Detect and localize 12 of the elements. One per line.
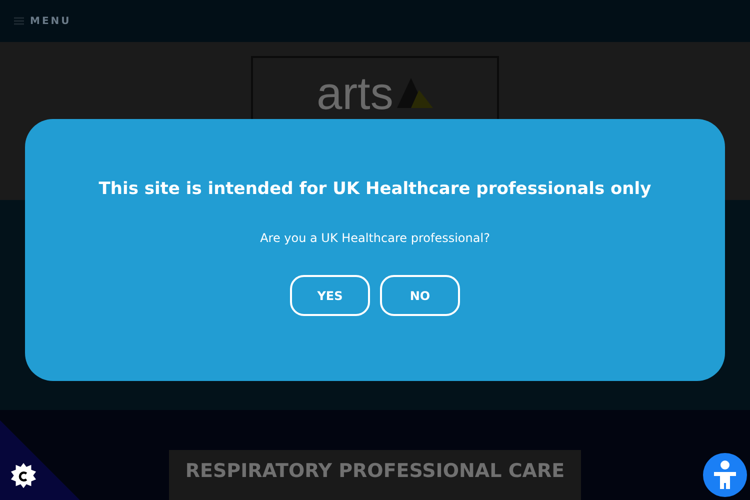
modal-title: This site is intended for UK Healthcare professionals only bbox=[98, 179, 652, 199]
menu-icon bbox=[14, 17, 24, 25]
menu-button[interactable]: MENU bbox=[14, 16, 72, 26]
modal-question: Are you a UK Healthcare professional? bbox=[260, 231, 490, 245]
person-icon bbox=[712, 460, 738, 490]
cookie-settings-icon[interactable] bbox=[10, 463, 37, 490]
answer-button[interactable]: YES bbox=[290, 275, 370, 316]
answer-button[interactable]: NO bbox=[380, 275, 460, 316]
accessibility-button[interactable] bbox=[703, 453, 747, 497]
logo-text: arts bbox=[316, 66, 394, 120]
triangle-icon bbox=[397, 76, 434, 110]
section-title: RESPIRATORY PROFESSIONAL CARE bbox=[185, 460, 565, 484]
